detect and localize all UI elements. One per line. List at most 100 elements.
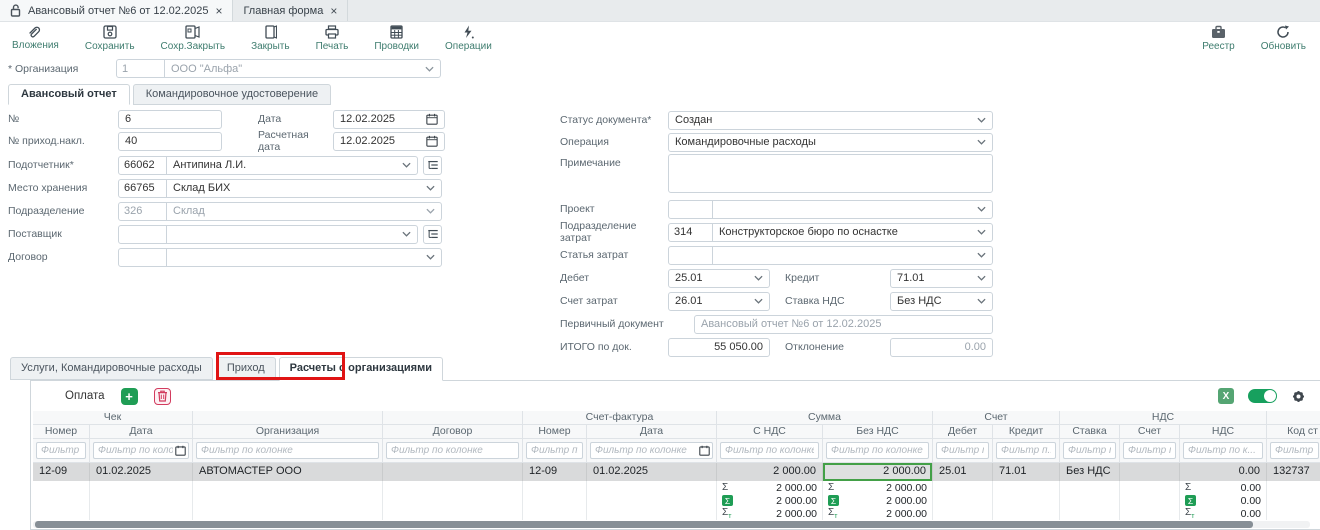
no-field[interactable] — [118, 110, 222, 129]
col-header-invoice-number[interactable]: Номер — [523, 425, 587, 439]
excel-export-button[interactable]: X — [1218, 388, 1234, 404]
registry-button[interactable]: Реестр — [1202, 25, 1235, 52]
window-tab-main-form[interactable]: Главная форма × — [233, 0, 348, 21]
filter-input[interactable] — [936, 442, 989, 459]
filter-input[interactable] — [526, 442, 583, 459]
deviation-label: Отклонение — [785, 341, 890, 353]
row-cell-check-number[interactable]: 12-09 — [33, 463, 90, 481]
row-cell-organization[interactable]: АВТОМАСТЕР ООО — [193, 463, 383, 481]
horizontal-scrollbar[interactable] — [33, 521, 1310, 528]
calc-date-field[interactable] — [333, 132, 445, 151]
filter-input[interactable] — [36, 442, 86, 459]
filter-input[interactable] — [996, 442, 1056, 459]
postings-button[interactable]: Проводки — [374, 25, 419, 52]
col-header-without-vat[interactable]: Без НДС — [823, 425, 933, 439]
attachments-button[interactable]: Вложения — [12, 25, 59, 52]
filter-input[interactable] — [1183, 442, 1263, 459]
filter-input[interactable] — [826, 442, 929, 459]
note-label: Примечание — [560, 157, 668, 169]
accountable-tree-button[interactable] — [423, 156, 442, 175]
row-cell-rate[interactable]: Без НДС — [1060, 463, 1120, 481]
row-cell-debit[interactable]: 25.01 — [933, 463, 993, 481]
filter-input[interactable] — [1270, 442, 1319, 459]
row-cell-check-date[interactable]: 01.02.2025 — [90, 463, 193, 481]
operation-select[interactable]: Командировочные расходы — [668, 133, 993, 152]
filter-input[interactable] — [386, 442, 519, 459]
vat-rate-select[interactable]: Без НДС — [890, 292, 993, 311]
storage-label: Место хранения — [8, 182, 118, 194]
filter-cell — [1180, 439, 1267, 463]
department-select[interactable]: 326 Склад — [118, 202, 442, 221]
note-field[interactable] — [668, 154, 993, 193]
cost-account-select[interactable]: 26.01 — [668, 292, 770, 311]
project-select[interactable] — [668, 200, 993, 219]
col-header-vat[interactable]: НДС — [1180, 425, 1267, 439]
filter-input[interactable] — [1123, 442, 1176, 459]
add-row-button[interactable]: + — [121, 388, 138, 405]
delete-row-button[interactable] — [154, 388, 171, 405]
date-field[interactable] — [333, 110, 445, 129]
row-cell-vat[interactable]: 0.00 — [1180, 463, 1267, 481]
close-icon[interactable]: × — [215, 5, 222, 17]
window-tab-advance-report[interactable]: Авансовый отчет №6 от 12.02.2025 × — [0, 0, 233, 21]
receipt-no-field[interactable] — [118, 132, 222, 151]
totals-toggle[interactable] — [1248, 389, 1277, 403]
row-cell-code[interactable]: 132737 — [1267, 463, 1320, 481]
filter-input[interactable] — [93, 442, 189, 459]
col-header-rate[interactable]: Ставка — [1060, 425, 1120, 439]
debit-select[interactable]: 25.01 — [668, 269, 770, 288]
calendar-icon[interactable] — [426, 135, 438, 147]
supplier-tree-button[interactable] — [423, 225, 442, 244]
tab-receipt[interactable]: Приход — [216, 357, 276, 380]
selected-sum-without-vat: Σ2 000.00 — [823, 494, 933, 507]
chevron-down-icon — [754, 275, 763, 281]
col-header-organization[interactable]: Организация — [193, 425, 383, 439]
col-header-contract[interactable]: Договор — [383, 425, 523, 439]
row-cell-vat-account[interactable] — [1120, 463, 1180, 481]
col-header-vat-account[interactable]: Счет — [1120, 425, 1180, 439]
total-field[interactable] — [668, 338, 770, 357]
supplier-select[interactable] — [118, 225, 418, 244]
storage-select[interactable]: 66765 Склад БИХ — [118, 179, 442, 198]
operations-button[interactable]: Операции — [445, 25, 492, 52]
tab-services-travel-expenses[interactable]: Услуги, Командировочные расходы — [10, 357, 213, 380]
row-cell-with-vat[interactable]: 2 000.00 — [717, 463, 823, 481]
status-select[interactable]: Создан — [668, 111, 993, 130]
contract-select[interactable] — [118, 248, 442, 267]
filter-input[interactable] — [196, 442, 379, 459]
calendar-icon[interactable] — [426, 113, 438, 125]
row-cell-credit[interactable]: 71.01 — [993, 463, 1060, 481]
tab-travel-certificate[interactable]: Командировочное удостоверение — [133, 84, 331, 105]
refresh-button[interactable]: Обновить — [1261, 25, 1306, 52]
row-cell-contract[interactable] — [383, 463, 523, 481]
close-icon[interactable]: × — [330, 5, 337, 17]
organization-select[interactable]: 1 ООО "Альфа" — [116, 59, 441, 78]
col-header-code[interactable]: Код ст — [1267, 425, 1320, 439]
filter-input[interactable] — [1063, 442, 1116, 459]
cost-item-select[interactable] — [668, 246, 993, 265]
col-header-check-date[interactable]: Дата — [90, 425, 193, 439]
close-document-button[interactable]: Закрыть — [251, 25, 290, 52]
filter-input[interactable] — [590, 442, 713, 459]
row-cell-invoice-date[interactable]: 01.02.2025 — [587, 463, 717, 481]
chevron-down-icon — [977, 139, 986, 145]
accountable-select[interactable]: 66062 Антипина Л.И. — [118, 156, 418, 175]
row-cell-invoice-number[interactable]: 12-09 — [523, 463, 587, 481]
col-header-debit[interactable]: Дебет — [933, 425, 993, 439]
col-header-credit[interactable]: Кредит — [993, 425, 1060, 439]
filter-input[interactable] — [720, 442, 819, 459]
tab-advance-report[interactable]: Авансовый отчет — [8, 84, 130, 105]
scrollbar-thumb[interactable] — [35, 521, 1253, 528]
col-header-with-vat[interactable]: С НДС — [717, 425, 823, 439]
print-button[interactable]: Печать — [316, 25, 349, 52]
row-cell-without-vat-selected[interactable]: 2 000.00 — [823, 463, 933, 481]
tab-settlements-with-organizations[interactable]: Расчеты с организациями — [279, 357, 443, 381]
col-header-check-number[interactable]: Номер — [33, 425, 90, 439]
credit-select[interactable]: 71.01 — [890, 269, 993, 288]
col-header-invoice-date[interactable]: Дата — [587, 425, 717, 439]
settlements-table: Чек Счет-фактура Сумма Счет НДС Номер Да… — [33, 411, 1320, 520]
cost-department-select[interactable]: 314 Конструкторское бюро по оснастке — [668, 223, 993, 242]
save-close-button[interactable]: Сохр.Закрыть — [161, 25, 226, 52]
save-button[interactable]: Сохранить — [85, 25, 135, 52]
settings-gear-button[interactable] — [1291, 389, 1306, 404]
